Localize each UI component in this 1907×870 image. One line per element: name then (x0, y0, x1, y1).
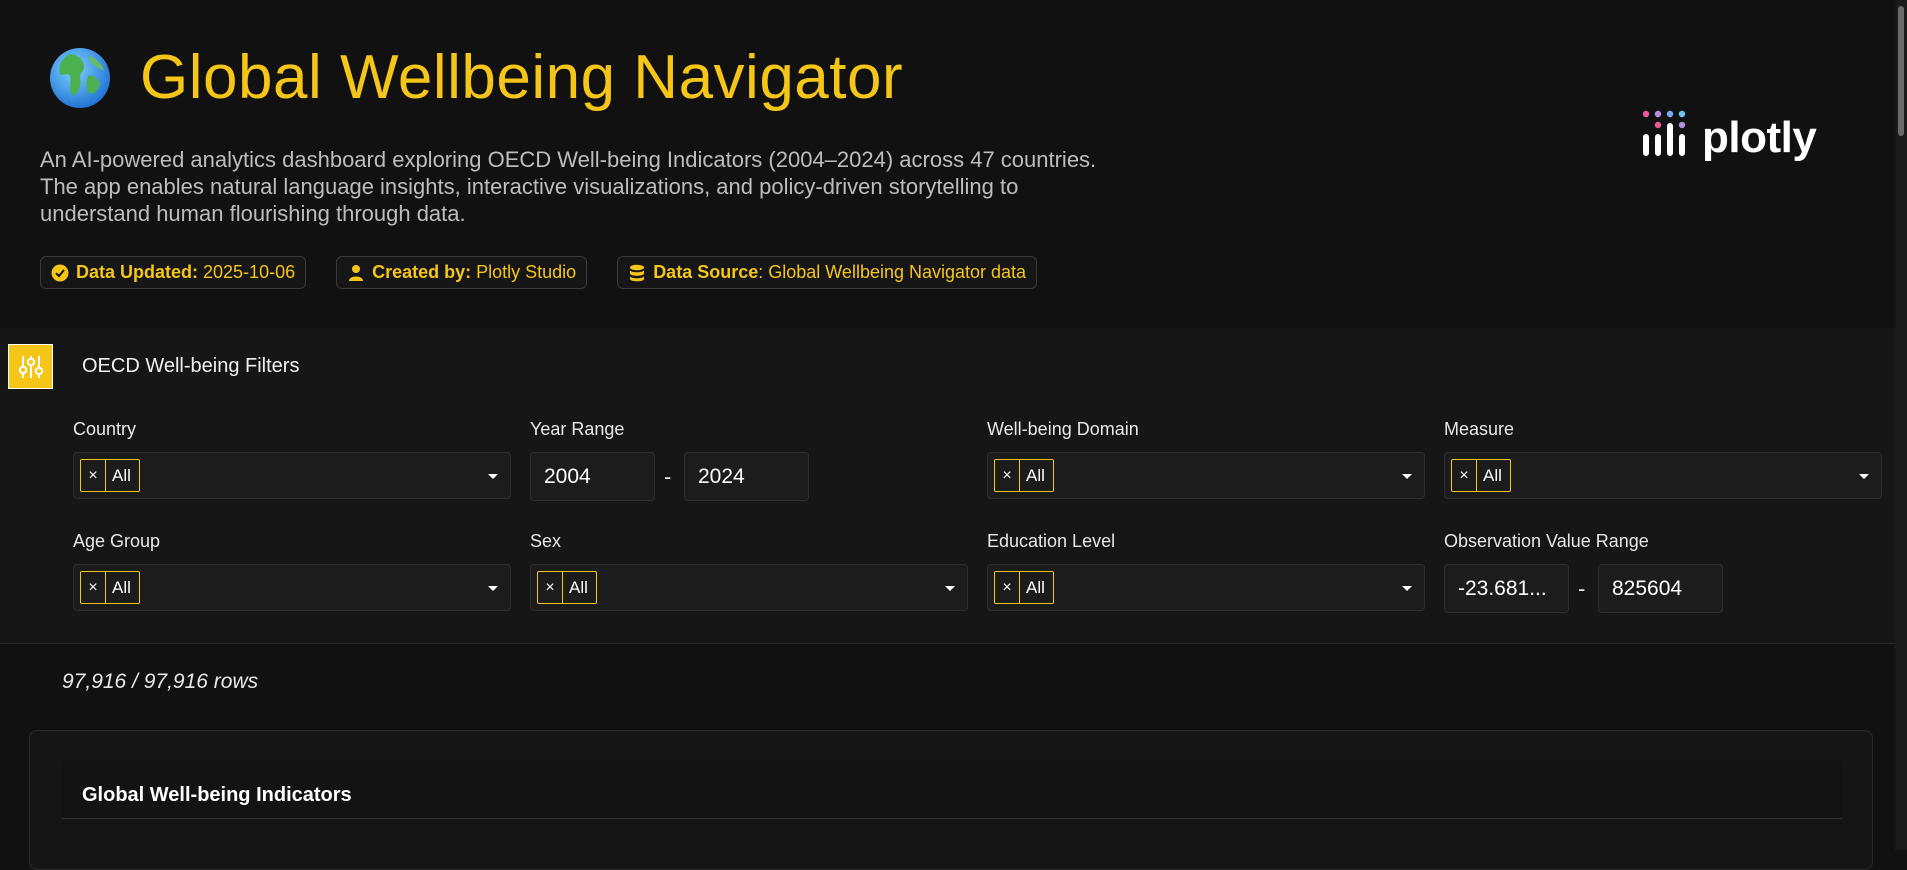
filters-toggle-button[interactable] (8, 344, 53, 389)
chip-remove-icon[interactable]: × (81, 572, 106, 603)
plotly-logo[interactable]: plotly (1640, 108, 1817, 162)
logo-text: plotly (1702, 113, 1817, 162)
year-from-input[interactable]: 2004 (530, 452, 655, 501)
chip-remove-icon[interactable]: × (995, 572, 1020, 603)
header: Global Wellbeing Navigator An AI-powered… (0, 0, 1907, 328)
check-circle-icon (51, 264, 69, 281)
row-count: 97,916 / 97,916 rows (62, 670, 259, 693)
age-group-label: Age Group (73, 531, 161, 551)
chip-remove-icon[interactable]: × (1452, 460, 1477, 491)
filters-panel: OECD Well-being Filters Country × All Ye… (0, 328, 1907, 644)
badge-value: Plotly Studio (476, 262, 577, 282)
card-title: Global Well-being Indicators (82, 784, 352, 806)
chip-value: All (112, 577, 131, 597)
filters-title: OECD Well-being Filters (82, 355, 300, 377)
country-chip: × All (80, 459, 140, 492)
chevron-down-icon[interactable] (943, 581, 957, 595)
country-label: Country (73, 419, 137, 439)
sex-chip: × All (537, 571, 597, 604)
globe-icon (50, 48, 110, 108)
chevron-down-icon[interactable] (1400, 581, 1414, 595)
plotly-logo-icon (1642, 110, 1686, 156)
chevron-down-icon[interactable] (1857, 469, 1871, 483)
age-group-chip: × All (80, 571, 140, 604)
filters-header: OECD Well-being Filters (8, 344, 299, 389)
chip-remove-icon[interactable]: × (538, 572, 563, 603)
chip-remove-icon[interactable]: × (995, 460, 1020, 491)
badge-value: : Global Wellbeing Navigator data (758, 262, 1027, 282)
badge-label: Created by: (372, 262, 472, 282)
domain-dropdown[interactable]: × All (987, 452, 1425, 499)
scrollbar-thumb[interactable] (1898, 6, 1904, 136)
data-source-badge: Data Source : Global Wellbeing Navigator… (617, 256, 1038, 289)
chip-value: All (1026, 465, 1045, 485)
info-badges: Data Updated: 2025-10-06 Created by: Plo… (40, 256, 1038, 289)
badge-label: Data Updated: (76, 262, 199, 282)
page-title: Global Wellbeing Navigator (140, 43, 904, 112)
sex-dropdown[interactable]: × All (530, 564, 968, 611)
app-description: An AI-powered analytics dashboard explor… (40, 147, 1097, 226)
domain-chip: × All (994, 459, 1054, 492)
chevron-down-icon[interactable] (1400, 469, 1414, 483)
country-dropdown[interactable]: × All (73, 452, 511, 499)
obs-range-label: Observation Value Range (1444, 531, 1649, 551)
card-header: Global Well-being Indicators (62, 761, 1842, 819)
obs-to-input[interactable]: 825604 (1598, 564, 1723, 613)
badge-label: Data Source (653, 262, 759, 282)
page-scrollbar[interactable] (1895, 0, 1907, 850)
domain-label: Well-being Domain (987, 419, 1139, 439)
age-group-dropdown[interactable]: × All (73, 564, 511, 611)
measure-chip: × All (1451, 459, 1511, 492)
chevron-down-icon[interactable] (486, 581, 500, 595)
title-row: Global Wellbeing Navigator (48, 46, 903, 110)
chevron-down-icon[interactable] (486, 469, 500, 483)
obs-from-input[interactable]: -23.681... (1444, 564, 1569, 613)
education-label: Education Level (987, 531, 1116, 551)
user-icon (349, 264, 364, 281)
year-to-input[interactable]: 2024 (684, 452, 809, 501)
obs-range-separator: - (1578, 576, 1586, 601)
sex-label: Sex (530, 531, 562, 551)
chip-value: All (1026, 577, 1045, 597)
chip-remove-icon[interactable]: × (81, 460, 106, 491)
year-range-separator: - (664, 464, 672, 489)
chip-value: All (1483, 465, 1502, 485)
sliders-icon (18, 355, 43, 378)
year-range-label: Year Range (530, 419, 625, 439)
education-chip: × All (994, 571, 1054, 604)
measure-dropdown[interactable]: × All (1444, 452, 1882, 499)
database-icon (630, 264, 645, 281)
data-updated-badge: Data Updated: 2025-10-06 (40, 256, 307, 289)
badge-value: 2025-10-06 (203, 262, 296, 282)
chip-value: All (569, 577, 588, 597)
education-dropdown[interactable]: × All (987, 564, 1425, 611)
created-by-badge: Created by: Plotly Studio (336, 256, 588, 289)
measure-label: Measure (1444, 419, 1515, 439)
chip-value: All (112, 465, 131, 485)
indicators-card: Global Well-being Indicators (29, 730, 1873, 870)
